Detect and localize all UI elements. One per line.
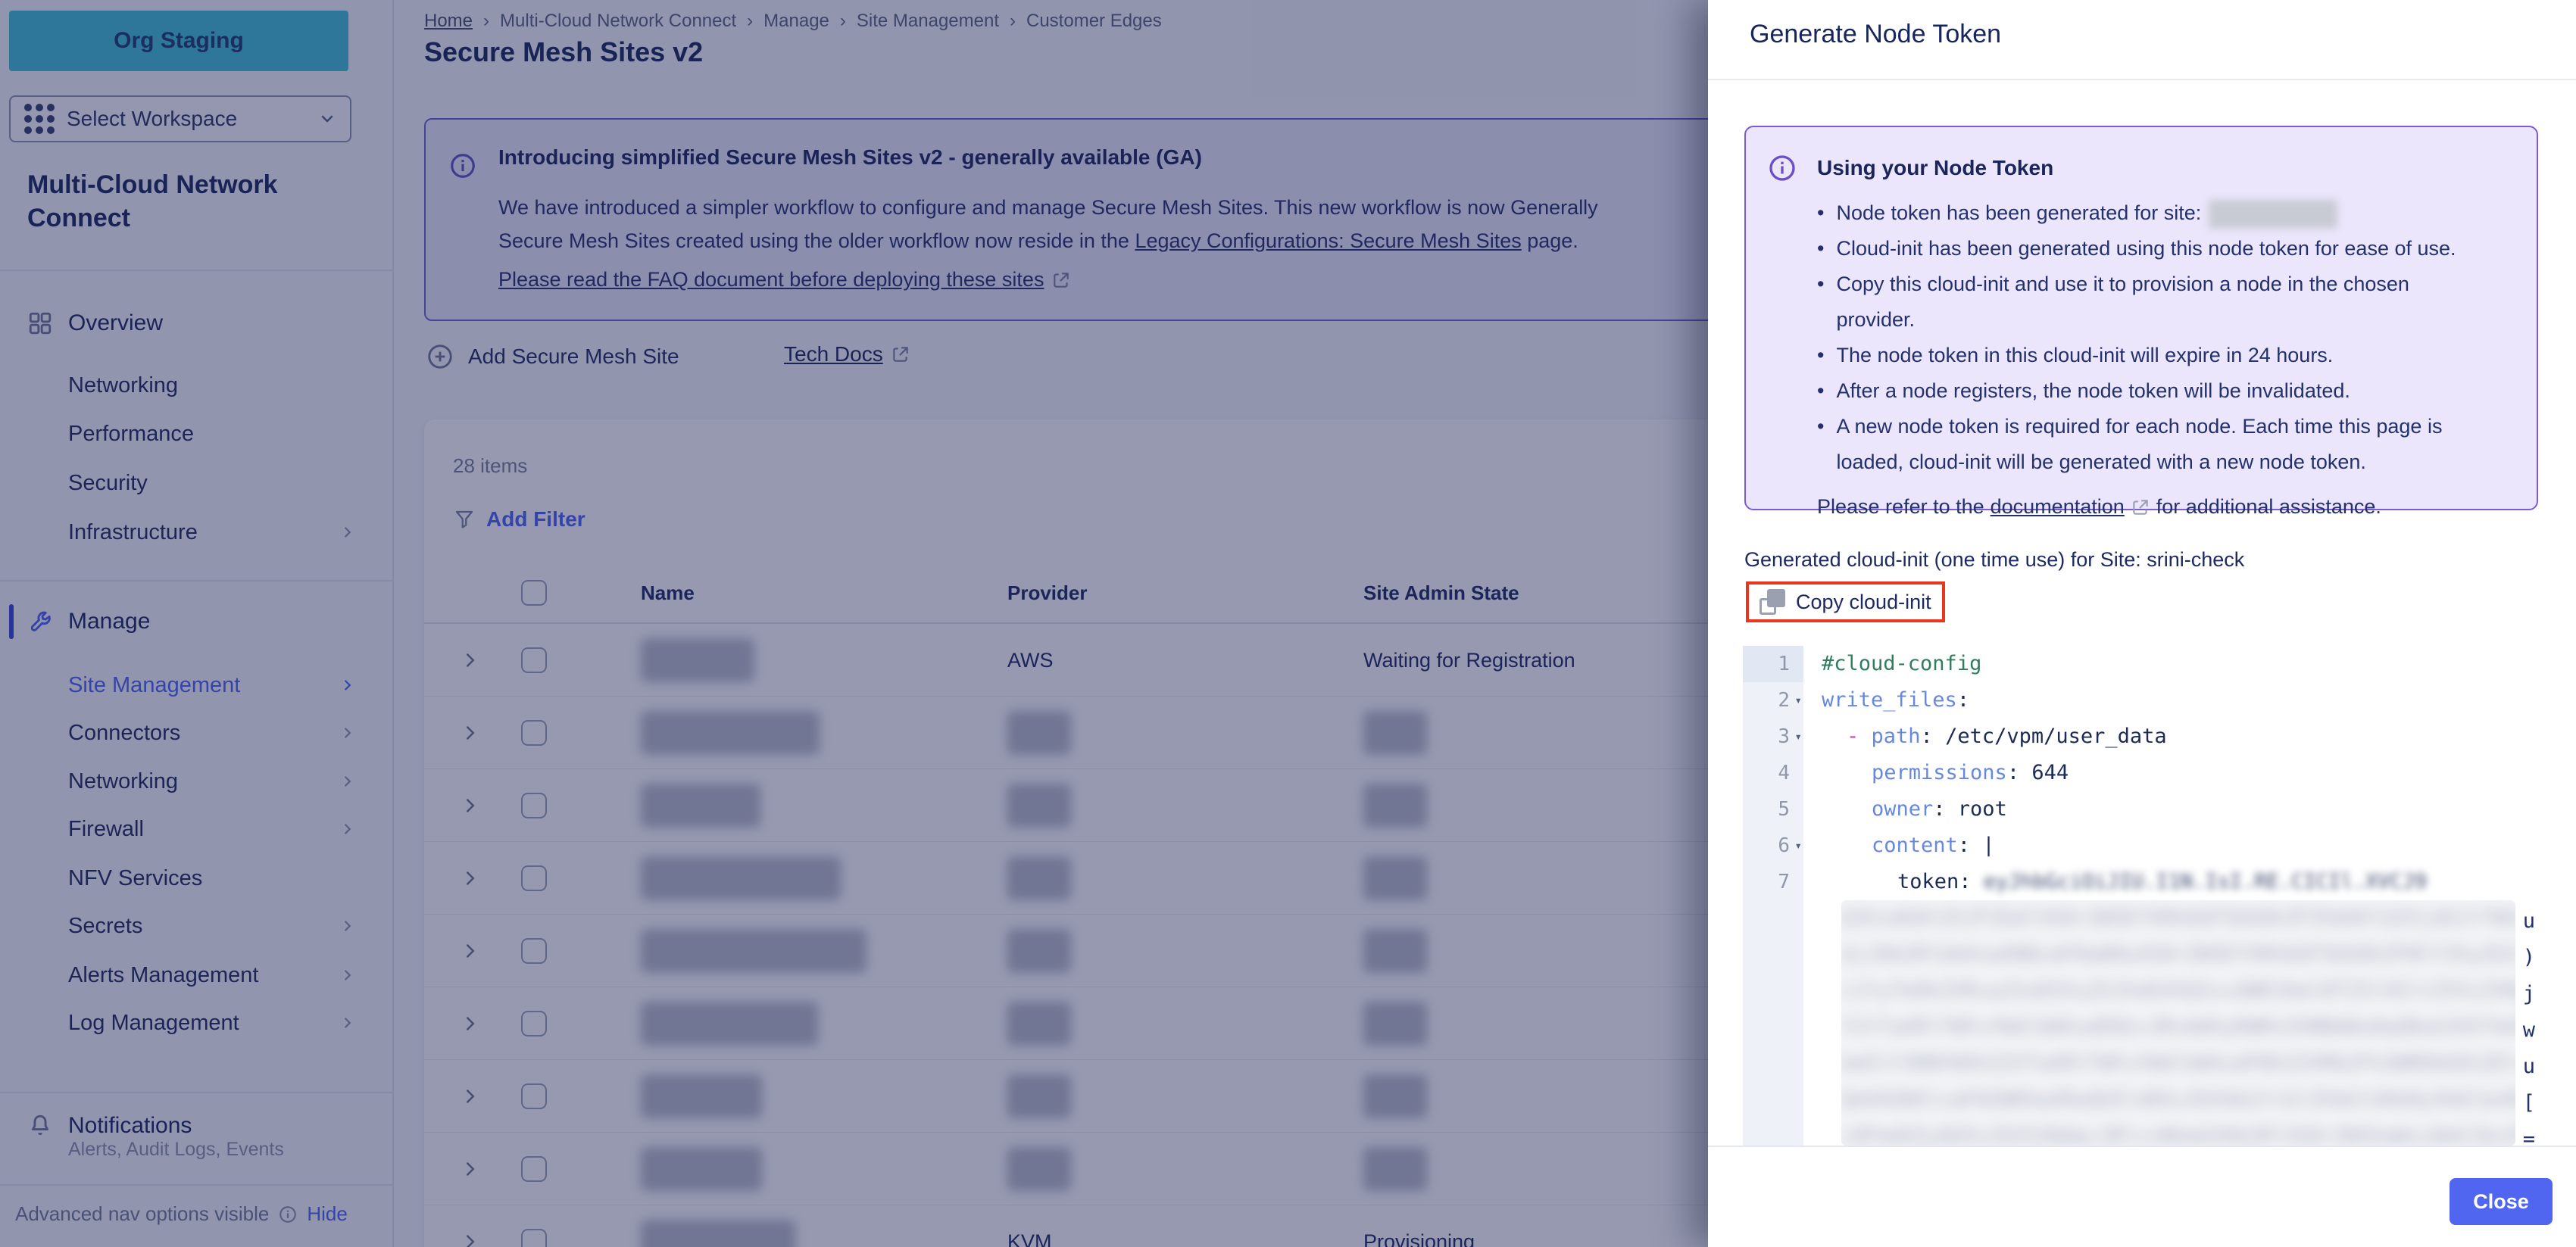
token-value-redacted: eyJhbGciOiJIU.I1N.IsI.RE.CICIl.XVCJ9 — [1984, 870, 2427, 893]
close-button[interactable]: Close — [2450, 1178, 2553, 1225]
code-text: : — [1958, 834, 1983, 857]
line-number: 2▾ — [1743, 682, 1803, 719]
code-line: content: | — [1822, 828, 1995, 864]
cloud-init-heading: Generated cloud-init (one time use) for … — [1744, 548, 2244, 572]
code-line: - path: /etc/vpm/user_data — [1822, 719, 2167, 755]
panel-body: Generate Node Token Using your Node Toke… — [1708, 0, 2576, 1146]
code-value: 644 — [2031, 761, 2069, 784]
info-box-title: Using your Node Token — [1817, 156, 2053, 180]
line-number: 7 — [1743, 864, 1803, 900]
code-value: /etc/vpm/user_data — [1945, 725, 2167, 748]
code-dash: - — [1847, 725, 1872, 748]
code-line: write_files: — [1822, 682, 1969, 719]
code-value: root — [1958, 797, 2007, 821]
code-line: #cloud-config — [1822, 646, 1981, 682]
copy-icon — [1759, 589, 1785, 615]
code-value: | — [1982, 834, 1994, 857]
code-key-token: token: — [1897, 870, 1984, 893]
copy-button-label: Copy cloud-init — [1796, 591, 1931, 614]
info-box-body: •Node token has been generated for site:… — [1817, 195, 2484, 525]
code-line: permissions: 644 — [1822, 755, 2069, 791]
info-footer-text: for additional assistance. — [2156, 489, 2381, 525]
panel-footer-divider — [1708, 1146, 2576, 1147]
line-number: 4 — [1743, 755, 1803, 791]
copy-cloud-init-button[interactable]: Copy cloud-init — [1759, 589, 1931, 615]
line-number: 1 — [1743, 646, 1803, 682]
line-number: 3▾ — [1743, 719, 1803, 755]
fold-icon[interactable]: ▾ — [1794, 719, 1802, 755]
close-button-label: Close — [2473, 1190, 2529, 1214]
external-link-icon — [2131, 497, 2150, 517]
modal-dim-overlay[interactable] — [0, 0, 1710, 1247]
code-text: : — [1921, 725, 1946, 748]
node-token-info-box: Using your Node Token •Node token has be… — [1744, 126, 2538, 510]
token-redacted-block: Q3VzdG9tZXJFZGdlVG9rZW5EYXRhUGF5bG9hZFZh… — [1841, 900, 2515, 1146]
line-number: 6▾ — [1743, 828, 1803, 864]
panel-header-divider — [1708, 79, 2576, 80]
fold-icon[interactable]: ▾ — [1794, 828, 1802, 864]
token-line-endings: u ) j w u [ = — [2512, 903, 2535, 1146]
cloud-init-code-block: 1 2▾ 3▾ 4 5 6▾ 7 #cloud-config write_fil… — [1743, 646, 2547, 1146]
code-text: : — [1933, 797, 1958, 821]
code-text: : — [1957, 688, 1969, 712]
code-key: content — [1872, 834, 1958, 857]
code-key: owner — [1872, 797, 1933, 821]
copy-highlight-annotation: Copy cloud-init — [1746, 581, 1945, 622]
documentation-link[interactable]: documentation — [1991, 489, 2125, 525]
info-bullet-text: Node token has been generated for site: — [1836, 201, 2201, 224]
line-number: 5 — [1743, 791, 1803, 828]
code-key: permissions — [1872, 761, 2007, 784]
code-key: path — [1872, 725, 1921, 748]
generate-node-token-panel: Generate Node Token Using your Node Toke… — [1708, 0, 2576, 1247]
info-bullet: Cloud-init has been generated using this… — [1836, 231, 2456, 267]
code-gutter: 1 2▾ 3▾ 4 5 6▾ 7 — [1743, 646, 1803, 1146]
app: Org Staging Select Workspace Multi-Cloud… — [0, 0, 2576, 1247]
code-comment: #cloud-config — [1822, 652, 1981, 675]
code-key: write_files — [1822, 688, 1957, 712]
code-text: : — [2007, 761, 2032, 784]
fold-icon[interactable]: ▾ — [1794, 682, 1802, 719]
info-bullet: The node token in this cloud-init will e… — [1836, 338, 2333, 373]
info-bullet: After a node registers, the node token w… — [1836, 373, 2350, 409]
info-bullet: Node token has been generated for site: — [1836, 195, 2337, 231]
info-bullet: A new node token is required for each no… — [1836, 409, 2484, 480]
info-icon — [1767, 153, 1797, 183]
code-line: owner: root — [1822, 791, 2007, 828]
info-bullet: Copy this cloud-init and use it to provi… — [1836, 267, 2484, 338]
info-footer-text: Please refer to the — [1817, 489, 1984, 525]
code-line: token: eyJhbGciOiJIU.I1N.IsI.RE.CICIl.XV… — [1822, 864, 2427, 900]
panel-title: Generate Node Token — [1750, 20, 2001, 49]
site-name-redacted — [2209, 200, 2337, 229]
